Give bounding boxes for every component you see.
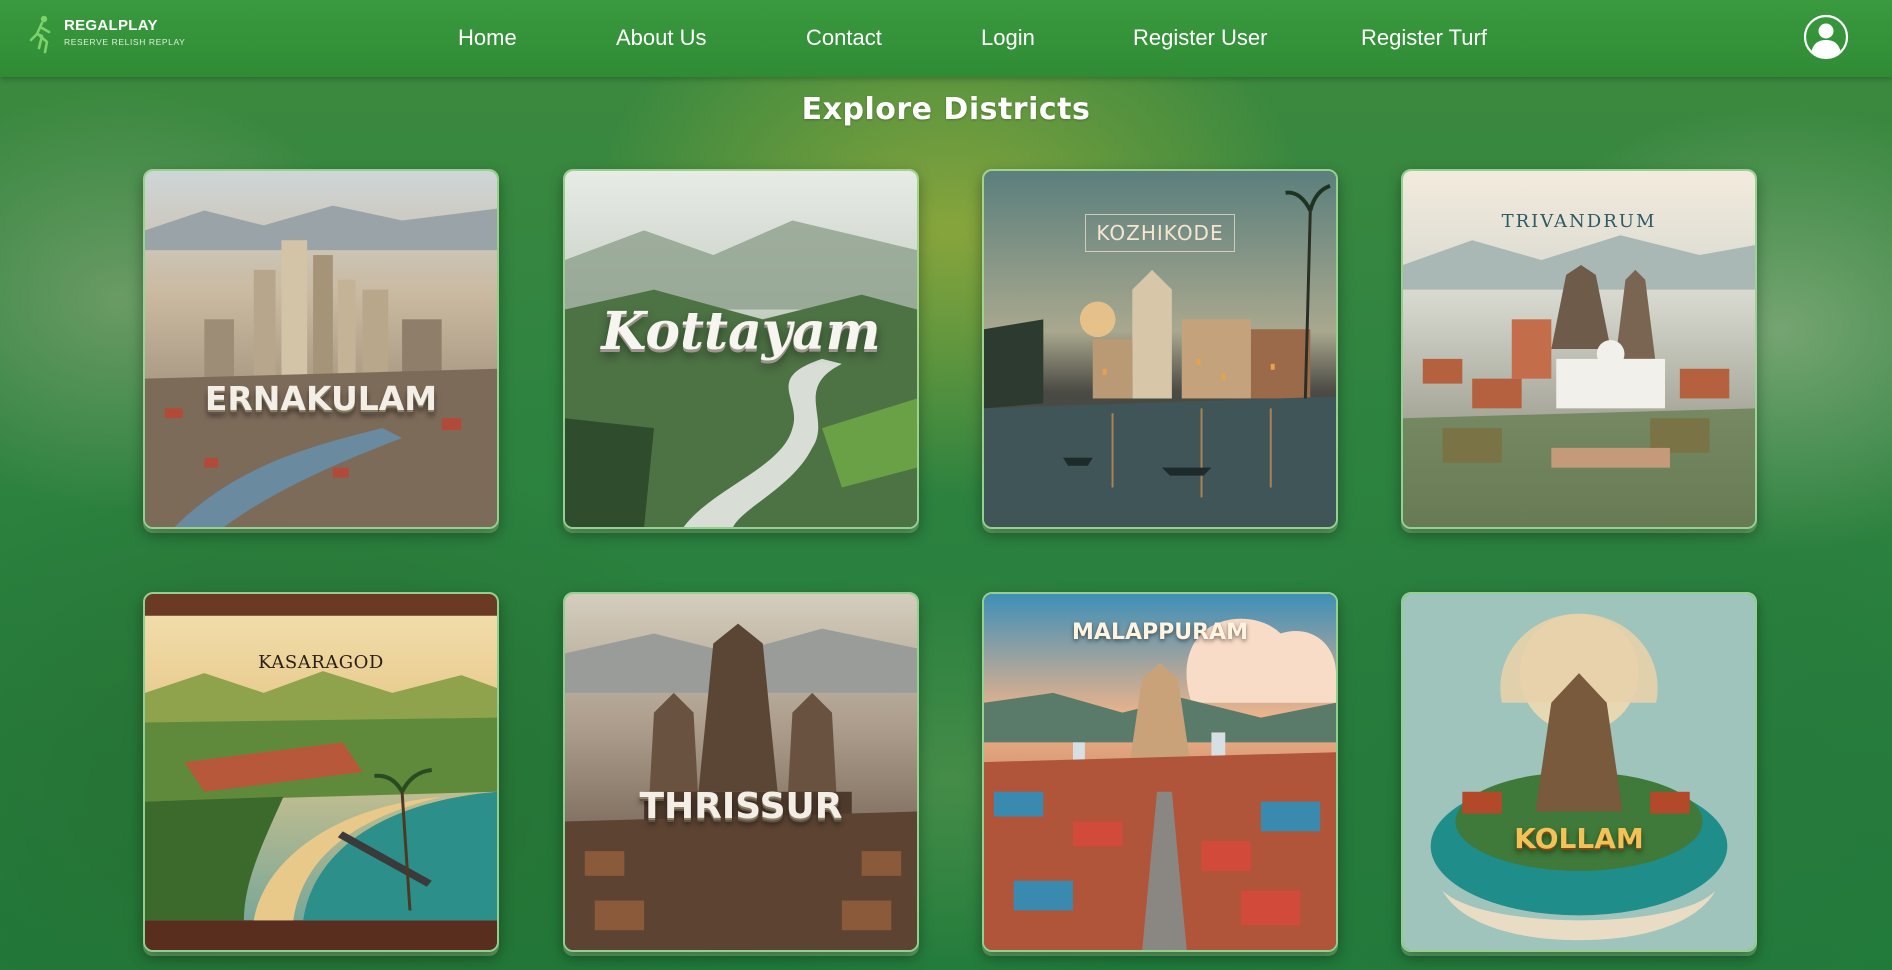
ernakulam-city-image [145,171,497,527]
district-card-kozhikode[interactable]: KOZHIKODE [982,169,1338,529]
district-card-kottayam[interactable]: Kottayam [563,169,919,529]
top-navbar: REGALPLAY RESERVE RELISH REPLAY Home Abo… [0,0,1892,77]
district-label: TRIVANDRUM [1501,211,1657,232]
runner-logo-icon [29,15,51,54]
district-card-kasaragod[interactable]: KASARAGOD [143,592,499,952]
kasaragod-beach-image [145,594,497,950]
district-sign: KOZHIKODE [984,214,1336,252]
page-title: Explore Districts [801,92,1091,127]
brand-logo[interactable]: REGALPLAY RESERVE RELISH REPLAY [28,14,218,54]
district-label: THRISSUR [639,786,843,827]
thrissur-temple-image [565,594,917,950]
district-label: Kottayam [601,301,881,362]
kollam-island-image [1403,594,1755,950]
district-label: KASARAGOD [258,652,384,673]
district-label: ERNAKULAM [204,379,438,418]
malappuram-town-image [984,594,1336,950]
brand-name: REGALPLAY [64,17,158,34]
nav-home[interactable]: Home [458,25,517,51]
nav-register-user[interactable]: Register User [1133,25,1267,51]
district-card-trivandrum[interactable]: TRIVANDRUM [1401,169,1757,529]
district-card-thrissur[interactable]: THRISSUR [563,592,919,952]
brand-tagline: RESERVE RELISH REPLAY [64,37,186,47]
nav-contact[interactable]: Contact [806,25,882,51]
user-circle-icon[interactable] [1803,14,1849,60]
district-card-kollam[interactable]: KOLLAM [1401,592,1757,952]
district-label: KOLLAM [1514,822,1644,855]
nav-login[interactable]: Login [981,25,1035,51]
district-card-malappuram[interactable]: MALAPPURAM [982,592,1338,952]
district-label: KOZHIKODE [1085,214,1235,252]
nav-about-us[interactable]: About Us [616,25,707,51]
district-card-ernakulam[interactable]: ERNAKULAM [143,169,499,529]
district-label: MALAPPURAM [1072,620,1248,645]
nav-register-turf[interactable]: Register Turf [1361,25,1487,51]
